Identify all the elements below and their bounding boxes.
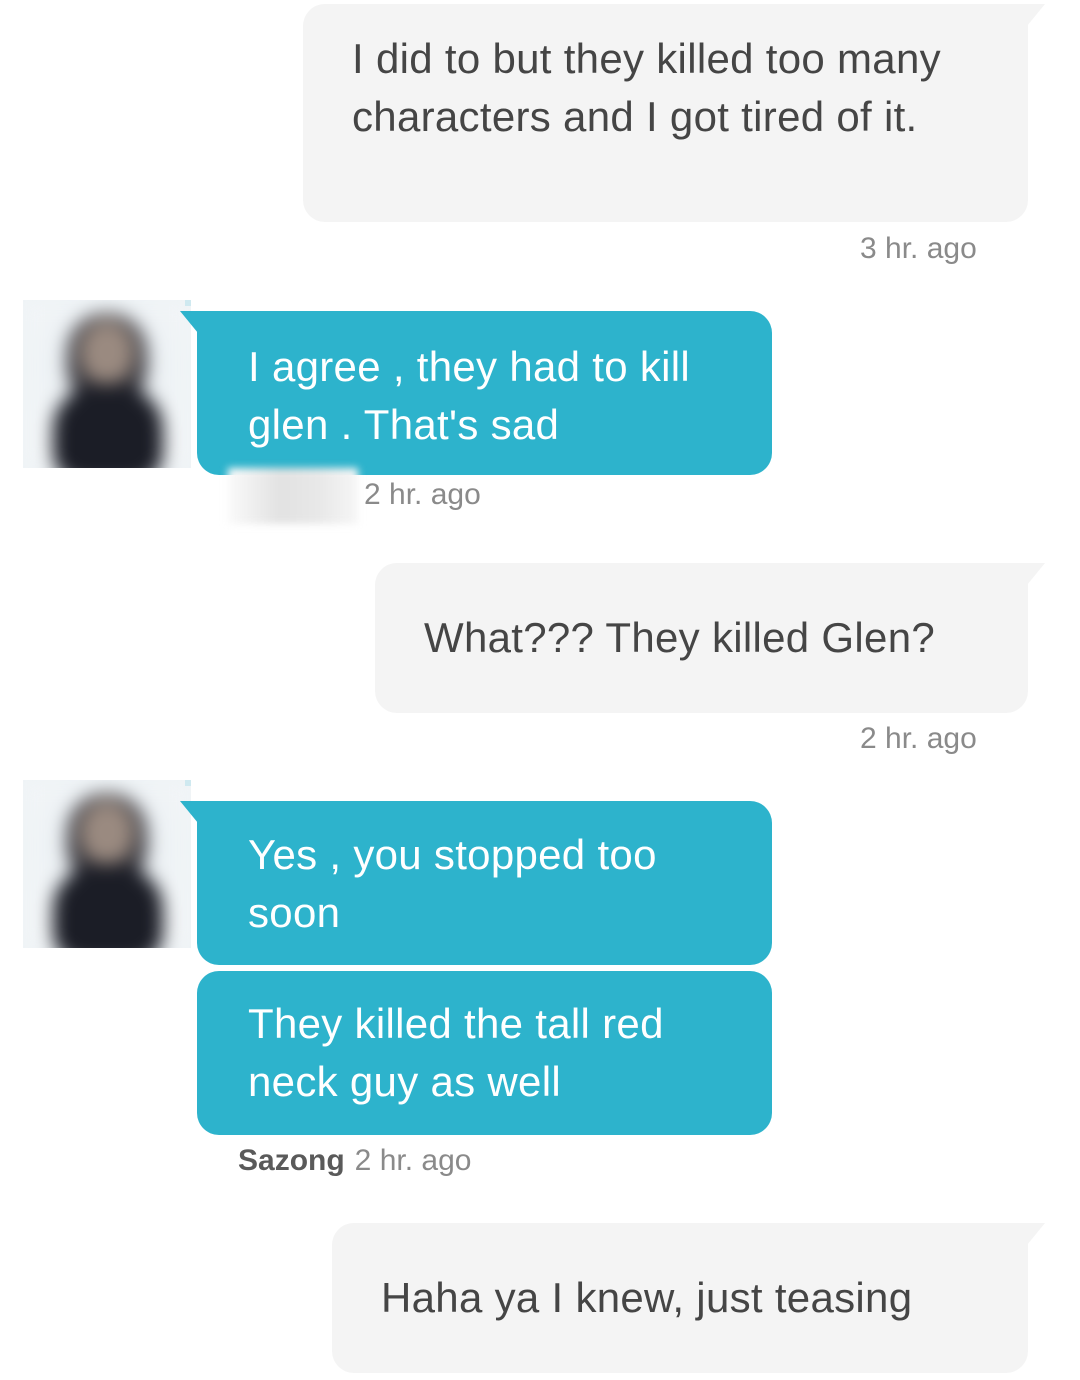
message-bubble-outgoing[interactable]: What??? They killed Glen?	[375, 563, 1028, 713]
message-meta: 2 hr. ago	[228, 468, 481, 524]
bubble-tail	[1027, 1223, 1045, 1245]
message-timestamp: 2 hr. ago	[364, 477, 481, 511]
message-text: Yes , you stopped too soon	[248, 831, 657, 936]
message-meta: Sazong 2 hr. ago	[238, 1143, 471, 1179]
message-text: What??? They killed Glen?	[424, 614, 936, 661]
message-text: Haha ya I knew, just teasing	[381, 1274, 913, 1321]
message-timestamp: 2 hr. ago	[860, 722, 977, 755]
message-text: I agree , they had to kill glen . That's…	[248, 343, 691, 448]
contact-avatar[interactable]	[23, 300, 191, 468]
bubble-tail	[180, 801, 198, 823]
message-bubble-incoming[interactable]: They killed the tall red neck guy as wel…	[197, 971, 772, 1135]
message-text: I did to but they killed too many charac…	[352, 35, 941, 140]
message-text: They killed the tall red neck guy as wel…	[248, 1000, 664, 1105]
message-bubble-outgoing[interactable]: I did to but they killed too many charac…	[303, 4, 1028, 222]
message-timestamp: 2 hr. ago	[354, 1144, 472, 1177]
bubble-tail	[180, 311, 198, 333]
message-bubble-incoming[interactable]: I agree , they had to kill glen . That's…	[197, 311, 772, 475]
contact-avatar[interactable]	[23, 780, 191, 948]
message-timestamp: 3 hr. ago	[860, 232, 977, 265]
message-bubble-outgoing[interactable]: Haha ya I knew, just teasing	[332, 1223, 1028, 1373]
message-bubble-incoming[interactable]: Yes , you stopped too soon	[197, 801, 772, 965]
sender-name: Sazong	[238, 1144, 345, 1177]
sender-name-redacted	[228, 468, 358, 524]
bubble-tail	[1027, 4, 1045, 26]
bubble-tail	[1027, 563, 1045, 585]
